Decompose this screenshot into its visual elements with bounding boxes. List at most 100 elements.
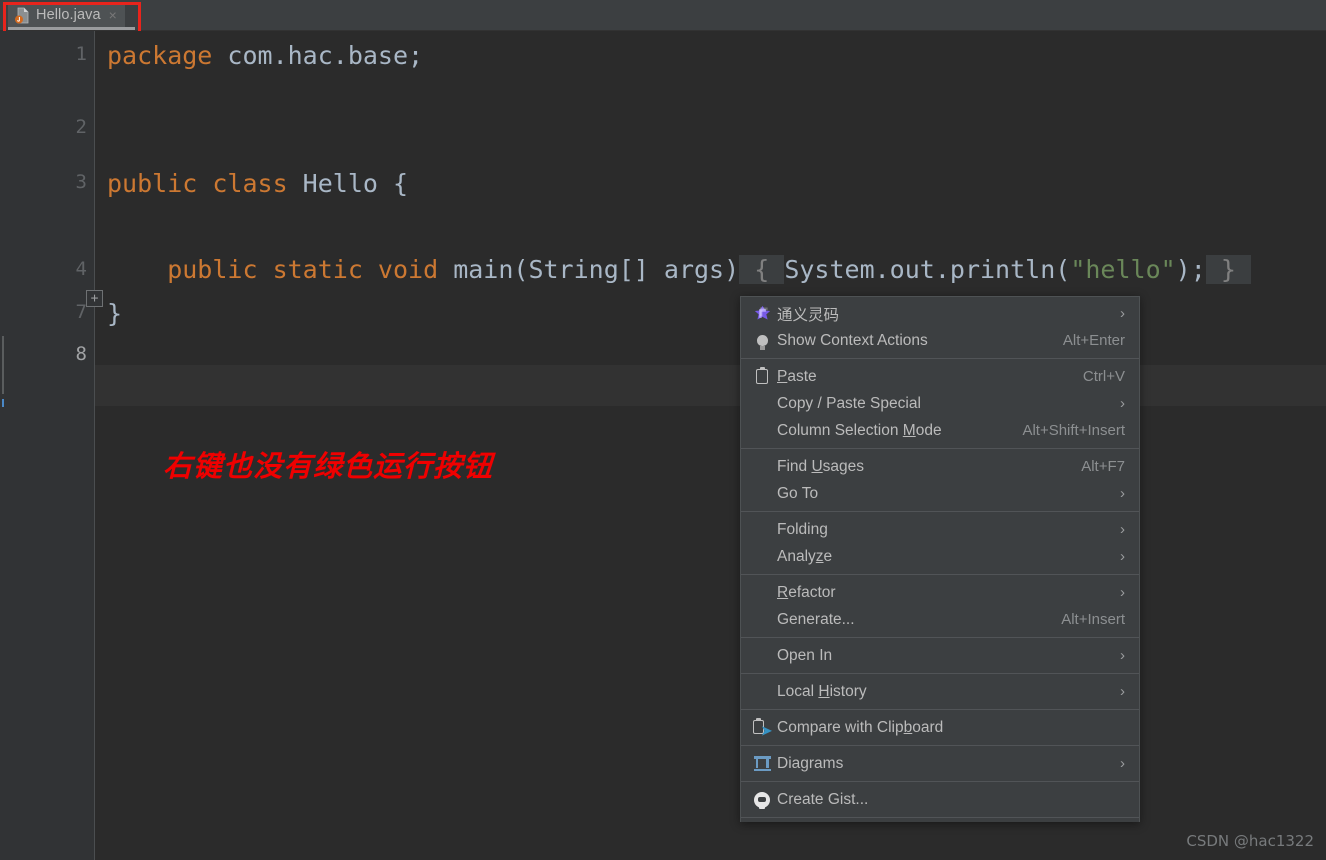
code-fold-expand-icon[interactable]: + bbox=[86, 290, 103, 307]
csdn-watermark: CSDN @hac1322 bbox=[1186, 832, 1314, 850]
menu-item-shortcut: Ctrl+V bbox=[1082, 368, 1125, 385]
diagrams-icon bbox=[751, 754, 773, 774]
menu-separator bbox=[741, 709, 1139, 710]
menu-item-label: Diagrams bbox=[777, 754, 844, 772]
menu-item-column-selection-mode[interactable]: Column Selection Mode Alt+Shift+Insert bbox=[741, 417, 1139, 444]
clipboard-icon bbox=[751, 367, 773, 387]
no-icon bbox=[751, 484, 773, 504]
menu-item-folding[interactable]: Folding › bbox=[741, 516, 1139, 543]
menu-separator bbox=[741, 745, 1139, 746]
code-token: package bbox=[107, 41, 213, 70]
menu-item-label: Column Selection Mode bbox=[777, 421, 942, 439]
code-fold-placeholder-close[interactable]: } bbox=[1205, 255, 1251, 284]
tongyi-lingma-icon bbox=[751, 304, 773, 324]
menu-item-open-in[interactable]: Open In › bbox=[741, 642, 1139, 669]
editor-context-menu[interactable]: 通义灵码 › Show Context Actions Alt+Enter Pa… bbox=[740, 296, 1140, 822]
no-icon bbox=[751, 610, 773, 630]
editor-gutter[interactable]: 1 2 3 4 7 8 bbox=[6, 31, 95, 860]
menu-separator bbox=[741, 637, 1139, 638]
menu-item-label: Go To bbox=[777, 484, 819, 502]
code-token: public static void bbox=[107, 255, 454, 284]
menu-item-refactor[interactable]: Refactor › bbox=[741, 579, 1139, 606]
caret-position-marker bbox=[2, 336, 4, 394]
line-number: 4 bbox=[75, 258, 87, 280]
menu-item-show-context-actions[interactable]: Show Context Actions Alt+Enter bbox=[741, 327, 1139, 354]
no-icon bbox=[751, 394, 773, 414]
menu-item-label: Find Usages bbox=[777, 457, 865, 475]
menu-separator bbox=[741, 673, 1139, 674]
menu-item-label: Copy / Paste Special bbox=[777, 394, 921, 412]
tongyi-lingma-glyph bbox=[754, 305, 770, 320]
menu-item-label: 通义灵码 bbox=[777, 306, 840, 324]
menu-item-label: Local History bbox=[777, 682, 867, 700]
menu-item-generate[interactable]: Generate... Alt+Insert bbox=[741, 606, 1139, 633]
menu-item-find-usages[interactable]: Find Usages Alt+F7 bbox=[741, 453, 1139, 480]
line-number: 3 bbox=[75, 171, 87, 193]
menu-item-compare-with-clipboard[interactable]: ➤ Compare with Clipboard bbox=[741, 714, 1139, 741]
line-number: 7 bbox=[75, 301, 87, 323]
menu-item-shortcut: Alt+F7 bbox=[1081, 458, 1125, 475]
menu-item-label: Generate... bbox=[777, 610, 855, 628]
code-token: public class bbox=[107, 169, 303, 198]
chevron-right-icon: › bbox=[1120, 584, 1125, 601]
chevron-right-icon: › bbox=[1120, 395, 1125, 412]
line-number: 1 bbox=[75, 43, 87, 65]
java-file-icon bbox=[15, 7, 29, 23]
menu-item-go-to[interactable]: Go To › bbox=[741, 480, 1139, 507]
menu-separator bbox=[741, 574, 1139, 575]
chevron-right-icon: › bbox=[1120, 548, 1125, 565]
menu-item-label: Refactor bbox=[777, 583, 836, 601]
chevron-right-icon: › bbox=[1120, 755, 1125, 772]
caret-line-highlight bbox=[95, 365, 1326, 406]
menu-separator bbox=[741, 817, 1139, 818]
editor-tab-bar: Hello.java × bbox=[0, 0, 1326, 31]
gutter-separator bbox=[94, 31, 95, 860]
menu-item-label: Show Context Actions bbox=[777, 331, 928, 349]
code-token: System.out.println( bbox=[784, 255, 1071, 284]
menu-item-tongyi-lingma[interactable]: 通义灵码 › bbox=[741, 300, 1139, 327]
no-icon bbox=[751, 547, 773, 567]
active-tab-underline bbox=[8, 27, 135, 30]
menu-item-create-gist[interactable]: Create Gist... bbox=[741, 786, 1139, 813]
menu-item-copy-paste-special[interactable]: Copy / Paste Special › bbox=[741, 390, 1139, 417]
menu-item-label: Paste bbox=[777, 367, 817, 385]
code-token: main(String[] args) bbox=[453, 255, 740, 284]
menu-item-shortcut: Alt+Insert bbox=[1061, 611, 1125, 628]
chevron-right-icon: › bbox=[1120, 485, 1125, 502]
code-token: Hello { bbox=[302, 169, 409, 198]
menu-item-shortcut: Alt+Enter bbox=[1062, 332, 1125, 349]
ide-window: Hello.java × 1 2 3 4 7 8 + package com.h… bbox=[0, 0, 1326, 860]
no-icon bbox=[751, 520, 773, 540]
menu-separator bbox=[741, 358, 1139, 359]
chevron-right-icon: › bbox=[1120, 647, 1125, 664]
no-icon bbox=[751, 682, 773, 702]
code-line-1[interactable]: package com.hac.base; bbox=[107, 43, 423, 68]
code-line-7[interactable]: } bbox=[107, 301, 122, 326]
menu-item-local-history[interactable]: Local History › bbox=[741, 678, 1139, 705]
menu-item-analyze[interactable]: Analyze › bbox=[741, 543, 1139, 570]
github-icon bbox=[751, 790, 773, 810]
no-icon bbox=[751, 457, 773, 477]
red-annotation-text: 右键也没有绿色运行按钮 bbox=[163, 449, 494, 483]
no-icon bbox=[751, 421, 773, 441]
code-line-4[interactable]: public static void main(String[] args) {… bbox=[107, 255, 1251, 284]
code-fold-placeholder-open[interactable]: { bbox=[739, 255, 785, 284]
menu-item-diagrams[interactable]: Diagrams › bbox=[741, 750, 1139, 777]
menu-item-paste[interactable]: Paste Ctrl+V bbox=[741, 363, 1139, 390]
code-string-literal: "hello" bbox=[1070, 255, 1176, 284]
no-icon bbox=[751, 583, 773, 603]
line-number-current: 8 bbox=[75, 343, 87, 365]
compare-clipboard-icon: ➤ bbox=[751, 717, 773, 738]
tab-close-icon[interactable]: × bbox=[109, 8, 117, 22]
chevron-right-icon: › bbox=[1120, 683, 1125, 700]
editor-tab-hello-java[interactable]: Hello.java × bbox=[8, 2, 125, 28]
menu-item-label: Compare with Clipboard bbox=[777, 718, 944, 736]
menu-separator bbox=[741, 511, 1139, 512]
menu-item-label: Folding bbox=[777, 520, 828, 538]
menu-separator bbox=[741, 448, 1139, 449]
menu-item-label: Open In bbox=[777, 646, 833, 664]
no-icon bbox=[751, 646, 773, 666]
menu-item-shortcut: Alt+Shift+Insert bbox=[1022, 422, 1125, 439]
line-number: 2 bbox=[75, 116, 87, 138]
code-line-3[interactable]: public class Hello { bbox=[107, 171, 408, 196]
